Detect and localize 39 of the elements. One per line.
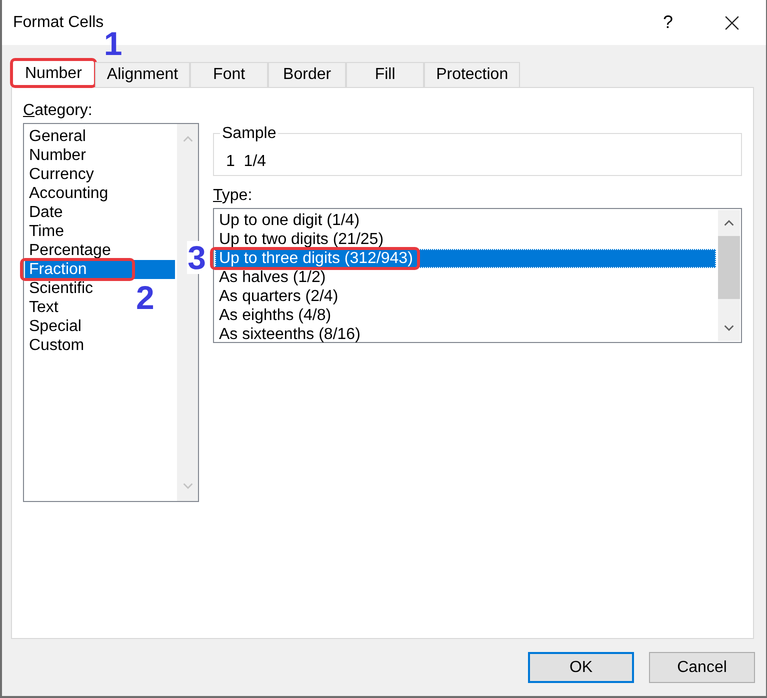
field-label: Type: [213, 187, 254, 204]
list-item[interactable]: Up to two digits (21/25) [215, 230, 388, 249]
list-item[interactable]: Percentage [25, 241, 115, 260]
callout-number: 3 [186, 241, 207, 274]
type-list[interactable]: Up to one digit (1/4) Up to two digits (21/25) Up to three digits (312/943) As halves (1/2) As quarters (2/4) As eighths (4/8) As sixteenths (8/16) [213, 208, 742, 343]
list-item[interactable]: As halves (1/2) [215, 268, 330, 287]
callout-number: 1 [104, 27, 122, 60]
tab[interactable]: Protection [424, 62, 520, 87]
list-item[interactable]: Scientific [25, 279, 98, 298]
tab[interactable]: Border [268, 62, 346, 87]
list-item[interactable]: Time [25, 222, 68, 241]
window-title: Format Cells [13, 12, 104, 32]
tab[interactable]: Fill [346, 62, 424, 87]
list-item[interactable]: Special [25, 317, 86, 336]
chevron-down-icon[interactable] [724, 325, 734, 331]
list-item[interactable]: Text [25, 298, 62, 317]
scrollbar-thumb[interactable] [718, 236, 740, 299]
list-item[interactable]: General [25, 127, 90, 146]
dialog-button[interactable]: Cancel [649, 652, 755, 683]
list-item[interactable]: As eighths (4/8) [215, 306, 336, 325]
close-icon [725, 16, 739, 30]
group-label: Sample [221, 125, 278, 142]
field-label: Category: [23, 102, 94, 119]
dialog-button[interactable]: OK [528, 652, 634, 683]
list-item[interactable]: Up to one digit (1/4) [215, 211, 364, 230]
callout-number: 2 [136, 281, 154, 314]
list-item[interactable]: Currency [25, 165, 98, 184]
list-item[interactable]: As quarters (2/4) [215, 287, 342, 306]
tab[interactable]: Alignment [94, 62, 190, 87]
chevron-up-icon[interactable] [724, 220, 734, 226]
list-item[interactable]: As sixteenths (8/16) [215, 325, 364, 344]
sample-value: 1 1/4 [225, 152, 266, 170]
list-item[interactable]: Number [25, 146, 90, 165]
list-item[interactable]: Custom [25, 336, 88, 355]
scrollbar[interactable] [718, 210, 740, 341]
list-item[interactable]: Date [25, 203, 67, 222]
help-button[interactable]: ? [648, 0, 688, 45]
tab[interactable]: Font [190, 62, 268, 87]
list-item[interactable]: Accounting [25, 184, 112, 203]
